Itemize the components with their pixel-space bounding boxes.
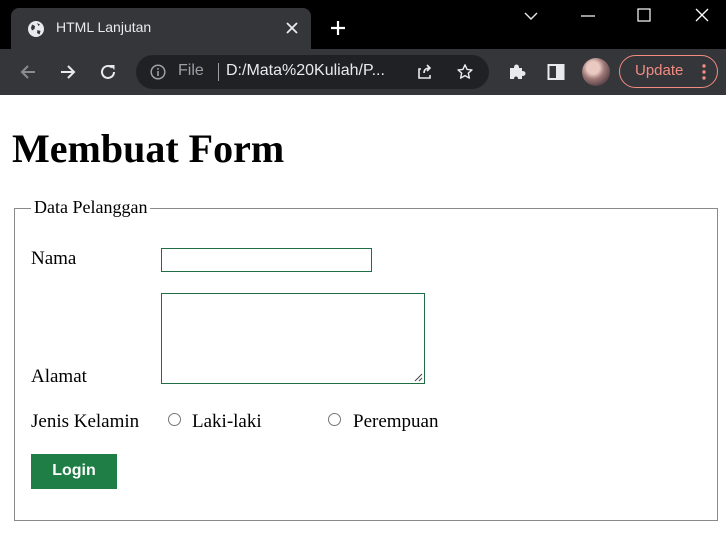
page-content: Membuat Form Data Pelanggan Nama Alamat … — [0, 95, 726, 536]
more-menu-icon[interactable] — [702, 64, 706, 80]
globe-icon — [28, 21, 44, 37]
close-window-icon[interactable] — [689, 6, 715, 26]
new-tab-icon[interactable] — [328, 18, 348, 38]
resize-handle-icon[interactable] — [413, 372, 423, 382]
radio-laki-laki-label: Laki-laki — [192, 411, 262, 432]
tab-title: HTML Lanjutan — [56, 19, 152, 35]
tab-strip: HTML Lanjutan — [0, 0, 726, 49]
alamat-textarea[interactable] — [161, 293, 425, 384]
forward-arrow-icon[interactable] — [57, 61, 79, 83]
gender-label: Jenis Kelamin — [31, 411, 140, 432]
nama-label: Nama — [31, 248, 77, 269]
url-separator — [218, 63, 219, 81]
url-text[interactable]: D:/Mata%20Kuliah/P... — [226, 62, 385, 80]
radio-laki-laki[interactable] — [168, 413, 181, 426]
close-tab-icon[interactable] — [283, 19, 301, 37]
page-title: Membuat Form — [12, 126, 285, 171]
update-label: Update — [635, 62, 684, 79]
side-panel-icon[interactable] — [546, 62, 566, 82]
reload-icon[interactable] — [97, 61, 119, 83]
browser-toolbar: File D:/Mata%20Kuliah/P... Update — [0, 49, 726, 95]
radio-perempuan-label: Perempuan — [353, 411, 439, 432]
login-button[interactable]: Login — [31, 454, 117, 489]
maximize-icon[interactable] — [631, 6, 657, 26]
extensions-puzzle-icon[interactable] — [507, 62, 527, 82]
login-button-label: Login — [52, 462, 96, 479]
back-arrow-icon[interactable] — [17, 61, 39, 83]
customer-fieldset: Data Pelanggan Nama Alamat Jenis Kelamin… — [14, 197, 718, 521]
site-info-icon[interactable] — [150, 64, 166, 80]
radio-perempuan[interactable] — [328, 413, 341, 426]
share-icon[interactable] — [416, 63, 434, 81]
profile-avatar[interactable] — [582, 58, 610, 86]
update-button[interactable]: Update — [619, 55, 718, 88]
active-tab[interactable]: HTML Lanjutan — [11, 8, 311, 49]
bookmark-star-icon[interactable] — [456, 63, 474, 81]
fieldset-legend: Data Pelanggan — [31, 197, 151, 218]
tab-search-chevron-icon[interactable] — [518, 6, 544, 26]
minimize-icon[interactable] — [575, 6, 601, 26]
url-scheme-label: File — [178, 62, 204, 79]
nama-input[interactable] — [161, 248, 372, 272]
address-bar[interactable]: File D:/Mata%20Kuliah/P... — [136, 55, 489, 89]
alamat-label: Alamat — [31, 366, 87, 387]
